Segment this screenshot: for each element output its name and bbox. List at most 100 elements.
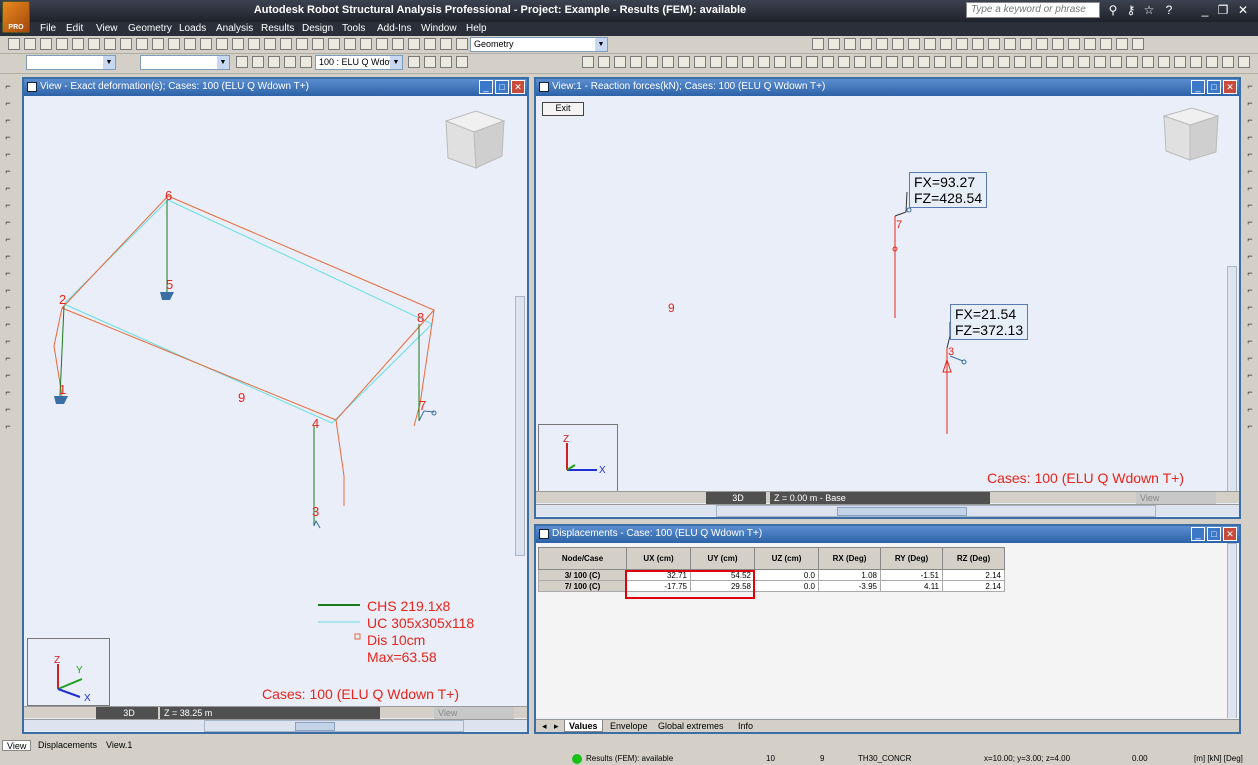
menu-tools[interactable]: Tools	[342, 23, 365, 34]
toolbar-tool-icon[interactable]	[844, 38, 856, 50]
side-tool-icon[interactable]: ⌐	[1244, 420, 1256, 432]
left-view-title-bar[interactable]: View - Exact deformation(s); Cases: 100 …	[24, 79, 527, 96]
toolbar-tool-icon[interactable]	[870, 56, 882, 68]
toolbar-tool-icon[interactable]	[998, 56, 1010, 68]
scroll-thumb[interactable]	[837, 507, 967, 516]
toolbar-tool-icon[interactable]	[8, 38, 20, 50]
menu-loads[interactable]: Loads	[179, 23, 206, 34]
side-tool-icon[interactable]: ⌐	[2, 97, 14, 109]
left-view-vscroll[interactable]	[515, 296, 525, 556]
column-header[interactable]: RY (Deg)	[880, 547, 943, 570]
side-tool-icon[interactable]: ⌐	[1244, 301, 1256, 313]
toolbar-tool-icon[interactable]	[1036, 38, 1048, 50]
toolbar-tool-icon[interactable]	[344, 38, 356, 50]
maximize-button[interactable]: □	[1207, 527, 1221, 541]
right-view-canvas[interactable]: Exit FX=93.27 FZ=428.54 FX=21.54 FZ=372.…	[536, 96, 1239, 491]
menu-design[interactable]: Design	[302, 23, 333, 34]
side-tool-icon[interactable]: ⌐	[2, 250, 14, 262]
toolbar-tool-icon[interactable]	[88, 38, 100, 50]
toolbar-tool-icon[interactable]	[988, 38, 1000, 50]
toolbar-tool-icon[interactable]	[886, 56, 898, 68]
side-tool-icon[interactable]: ⌐	[1244, 114, 1256, 126]
toolbar-tool-icon[interactable]	[1142, 56, 1154, 68]
toolbar-tool-icon[interactable]	[1222, 56, 1234, 68]
toolbar-tool-icon[interactable]	[152, 38, 164, 50]
menu-analysis[interactable]: Analysis	[216, 23, 253, 34]
toolbar-tool-icon[interactable]	[104, 38, 116, 50]
toolbar-tool-icon[interactable]	[236, 56, 248, 68]
menu-geometry[interactable]: Geometry	[128, 23, 172, 34]
selection-select[interactable]: ▼	[26, 55, 116, 70]
toolbar-tool-icon[interactable]	[360, 38, 372, 50]
minimize-button[interactable]: _	[1191, 80, 1205, 94]
close-button[interactable]: ✕	[1223, 527, 1237, 541]
view-label[interactable]: View	[434, 707, 514, 719]
toolbar-tool-icon[interactable]	[1014, 56, 1026, 68]
cell-uz[interactable]: 0.0	[754, 569, 819, 581]
tab-nav-right[interactable]: ▸	[550, 720, 563, 732]
toolbar-tool-icon[interactable]	[940, 38, 952, 50]
toolbar-tool-icon[interactable]	[1190, 56, 1202, 68]
table-row[interactable]: 7/ 100 (C) -17.75 29.58 0.0 -3.95 4.11 2…	[538, 580, 1005, 592]
toolbar-tool-icon[interactable]	[456, 38, 468, 50]
toolbar-tool-icon[interactable]	[758, 56, 770, 68]
side-tool-icon[interactable]: ⌐	[1244, 199, 1256, 211]
side-tool-icon[interactable]: ⌐	[1244, 386, 1256, 398]
toolbar-tool-icon[interactable]	[854, 56, 866, 68]
displacements-title-bar[interactable]: Displacements - Case: 100 (ELU Q Wdown T…	[536, 526, 1239, 543]
toolbar-tool-icon[interactable]	[184, 38, 196, 50]
table-row[interactable]: 3/ 100 (C) 32.71 54.52 0.0 1.08 -1.51 2.…	[538, 569, 1005, 581]
tab-envelope[interactable]: Envelope	[606, 720, 652, 732]
close-button[interactable]: ✕	[511, 80, 525, 94]
toolbar-tool-icon[interactable]	[1206, 56, 1218, 68]
side-tool-icon[interactable]: ⌐	[1244, 233, 1256, 245]
side-tool-icon[interactable]: ⌐	[1244, 216, 1256, 228]
toolbar-tool-icon[interactable]	[614, 56, 626, 68]
toolbar-tool-icon[interactable]	[440, 56, 452, 68]
key-icon[interactable]: ⚷	[1124, 3, 1138, 17]
minimize-app-button[interactable]: _	[1198, 3, 1212, 17]
minimize-button[interactable]: _	[479, 80, 493, 94]
units-label[interactable]: [m] [kN] [Deg]	[1194, 753, 1243, 764]
toolbar-tool-icon[interactable]	[876, 38, 888, 50]
side-tool-icon[interactable]: ⌐	[1244, 182, 1256, 194]
side-tool-icon[interactable]: ⌐	[1244, 148, 1256, 160]
toolbar-tool-icon[interactable]	[200, 38, 212, 50]
right-view-vscroll[interactable]	[1227, 266, 1237, 491]
side-tool-icon[interactable]: ⌐	[1244, 403, 1256, 415]
toolbar-tool-icon[interactable]	[812, 38, 824, 50]
toolbar-tool-icon[interactable]	[1078, 56, 1090, 68]
toolbar-tool-icon[interactable]	[822, 56, 834, 68]
toolbar-tool-icon[interactable]	[72, 38, 84, 50]
menu-results[interactable]: Results	[261, 23, 294, 34]
side-tool-icon[interactable]: ⌐	[2, 369, 14, 381]
toolbar-tool-icon[interactable]	[838, 56, 850, 68]
toolbar-tool-icon[interactable]	[1020, 38, 1032, 50]
column-header[interactable]: UZ (cm)	[754, 547, 819, 570]
maximize-button[interactable]: □	[495, 80, 509, 94]
column-header[interactable]: UX (cm)	[626, 547, 691, 570]
tab-view1[interactable]: View.1	[102, 740, 136, 751]
toolbar-tool-icon[interactable]	[268, 56, 280, 68]
side-tool-icon[interactable]: ⌐	[1244, 369, 1256, 381]
side-tool-icon[interactable]: ⌐	[2, 216, 14, 228]
row-header[interactable]: 7/ 100 (C)	[538, 580, 627, 592]
side-tool-icon[interactable]: ⌐	[2, 318, 14, 330]
minimize-button[interactable]: _	[1191, 527, 1205, 541]
toolbar-tool-icon[interactable]	[408, 56, 420, 68]
table-vscroll[interactable]	[1227, 543, 1237, 718]
side-tool-icon[interactable]: ⌐	[2, 284, 14, 296]
tab-values[interactable]: Values	[564, 720, 603, 732]
side-tool-icon[interactable]: ⌐	[2, 148, 14, 160]
z-level[interactable]: Z = 38.25 m	[160, 707, 380, 719]
toolbar-tool-icon[interactable]	[424, 38, 436, 50]
toolbar-tool-icon[interactable]	[408, 38, 420, 50]
toolbar-tool-icon[interactable]	[806, 56, 818, 68]
toolbar-tool-icon[interactable]	[424, 56, 436, 68]
toolbar-tool-icon[interactable]	[710, 56, 722, 68]
toolbar-tool-icon[interactable]	[1004, 38, 1016, 50]
cell-rz[interactable]: 2.14	[942, 580, 1005, 592]
toolbar-tool-icon[interactable]	[56, 38, 68, 50]
column-header[interactable]: UY (cm)	[690, 547, 755, 570]
app-logo-icon[interactable]: PRO	[2, 1, 30, 33]
